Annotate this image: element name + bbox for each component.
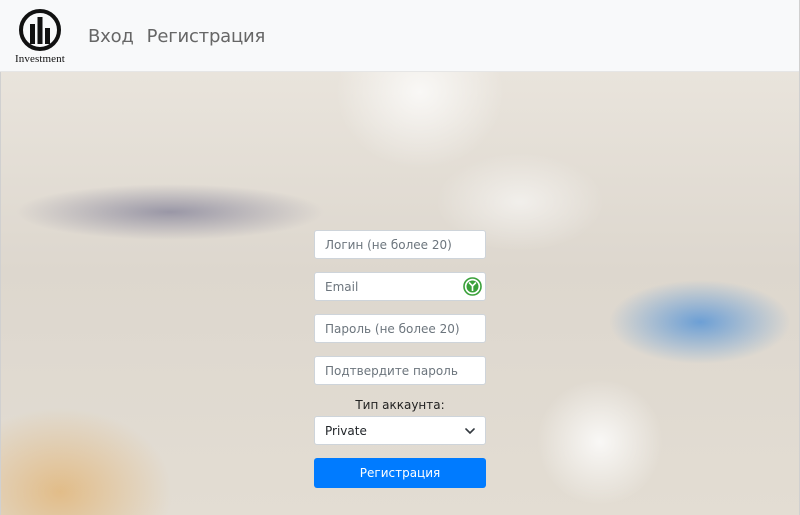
password-field-wrap xyxy=(314,314,486,343)
login-input[interactable] xyxy=(314,230,486,259)
confirm-password-field-wrap xyxy=(314,356,486,385)
confirm-password-input[interactable] xyxy=(314,356,486,385)
account-type-label: Тип аккаунта: xyxy=(355,398,445,412)
navbar: Investment Вход Регистрация xyxy=(0,0,800,72)
bar-chart-circle-icon xyxy=(19,9,61,51)
login-field-wrap xyxy=(314,230,486,259)
brand-logo[interactable]: Investment xyxy=(8,8,72,66)
left-border xyxy=(0,72,1,515)
password-manager-icon[interactable] xyxy=(463,277,482,296)
chevron-down-icon xyxy=(465,428,475,435)
account-type-select[interactable]: Private xyxy=(314,416,486,445)
email-field-wrap xyxy=(314,272,486,301)
nav-links: Вход Регистрация xyxy=(88,26,265,47)
account-type-selected: Private xyxy=(325,423,367,438)
registration-form: Тип аккаунта: Private Регистрация xyxy=(314,230,486,488)
nav-login-link[interactable]: Вход xyxy=(88,26,134,47)
brand-name: Investment xyxy=(15,53,65,65)
password-input[interactable] xyxy=(314,314,486,343)
nav-register-link[interactable]: Регистрация xyxy=(147,26,266,47)
email-input[interactable] xyxy=(314,272,486,301)
register-button[interactable]: Регистрация xyxy=(314,458,486,488)
